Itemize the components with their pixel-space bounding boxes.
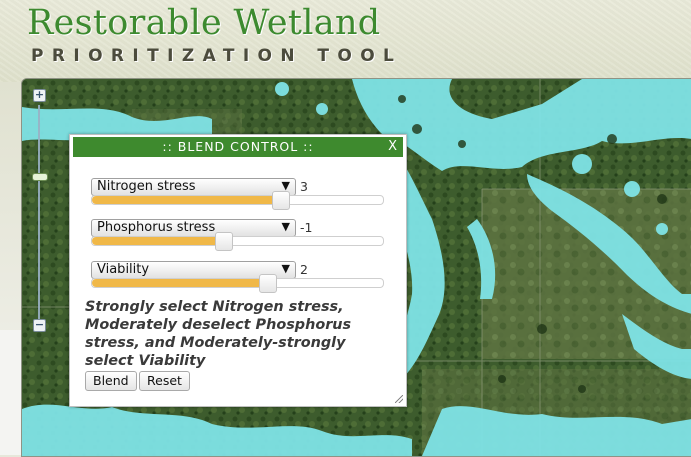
weight-slider-viability[interactable] <box>91 274 384 293</box>
dropdown-arrow-icon: ▼ <box>281 220 290 233</box>
layer-weight-viability: 2 <box>300 262 308 277</box>
slider-handle[interactable] <box>215 232 234 251</box>
slider-fill <box>92 279 269 287</box>
slider-handle[interactable] <box>272 191 291 210</box>
reset-button[interactable]: Reset <box>139 371 190 391</box>
blend-button[interactable]: Blend <box>85 371 137 391</box>
slider-fill <box>92 237 225 245</box>
zoom-out-button[interactable]: − <box>33 319 46 332</box>
resize-grip-icon[interactable] <box>395 395 403 403</box>
slider-handle[interactable] <box>259 274 278 293</box>
app-header: Restorable Wetland PRIORITIZATION TOOL <box>0 0 691 82</box>
zoom-slider-track[interactable] <box>38 105 40 319</box>
blend-control-panel: :: BLEND CONTROL :: X Nitrogen stress ▼ … <box>69 134 407 407</box>
layer-weight-nitrogen: 3 <box>300 179 308 194</box>
zoom-in-button[interactable]: + <box>33 89 46 102</box>
app-subtitle: PRIORITIZATION TOOL <box>31 46 403 66</box>
layer-select-value: Phosphorus stress <box>97 220 216 235</box>
layer-select-value: Viability <box>97 262 150 277</box>
close-button[interactable]: X <box>388 139 398 154</box>
blend-control-header[interactable]: :: BLEND CONTROL :: X <box>73 137 403 157</box>
layer-select-value: Nitrogen stress <box>97 179 196 194</box>
layer-row-nitrogen: Nitrogen stress ▼ 3 <box>91 178 384 214</box>
weight-slider-phosphorus[interactable] <box>91 232 384 251</box>
blend-summary: Strongly select Nitrogen stress, Moderat… <box>85 299 352 369</box>
slider-fill <box>92 196 282 204</box>
left-panel-edge <box>0 330 21 455</box>
blend-control-title: :: BLEND CONTROL :: <box>162 139 314 154</box>
layer-select-phosphorus[interactable]: Phosphorus stress ▼ <box>91 219 296 237</box>
zoom-slider-handle[interactable] <box>32 173 48 182</box>
app-title: Restorable Wetland <box>27 3 381 43</box>
dropdown-arrow-icon: ▼ <box>281 262 290 275</box>
weight-slider-nitrogen[interactable] <box>91 191 384 210</box>
layer-row-viability: Viability ▼ 2 <box>91 261 384 297</box>
layer-row-phosphorus: Phosphorus stress ▼ -1 <box>91 219 384 255</box>
layer-weight-phosphorus: -1 <box>300 220 313 235</box>
layer-select-nitrogen[interactable]: Nitrogen stress ▼ <box>91 178 296 196</box>
